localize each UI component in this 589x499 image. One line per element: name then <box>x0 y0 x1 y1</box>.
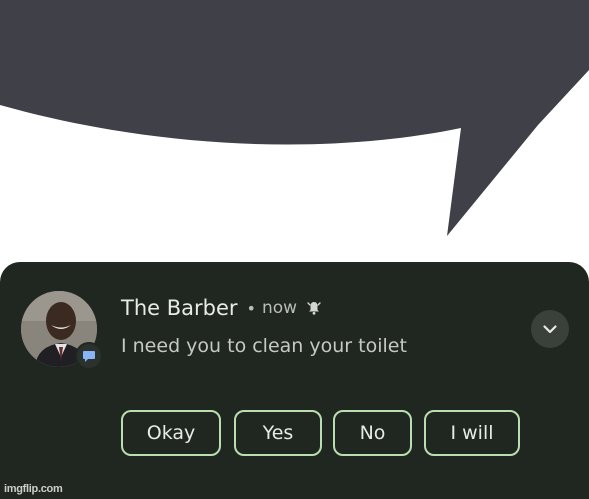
sender-name: The Barber <box>121 296 238 320</box>
reply-okay-button[interactable]: Okay <box>121 410 221 456</box>
chevron-down-icon <box>543 325 557 334</box>
speech-bubble <box>0 0 589 236</box>
chat-bubble-icon <box>83 351 95 362</box>
reply-yes-button[interactable]: Yes <box>234 410 322 456</box>
notification-message: I need you to clean your toilet <box>121 335 407 357</box>
expand-button[interactable] <box>531 310 569 348</box>
notification-header: The Barber • now <box>121 296 322 320</box>
meme-canvas: The Barber • now I need you to clean you… <box>0 0 589 499</box>
bell-alert-icon <box>307 302 321 315</box>
notification-card[interactable]: The Barber • now I need you to clean you… <box>0 262 589 499</box>
imgflip-watermark: imgflip.com <box>4 483 63 495</box>
reply-no-button[interactable]: No <box>333 410 412 456</box>
speech-bubble-shape <box>0 0 589 236</box>
timestamp: now <box>261 298 298 318</box>
separator-dot: • <box>246 298 256 318</box>
app-badge <box>75 342 103 370</box>
reply-i-will-button[interactable]: I will <box>424 410 520 456</box>
